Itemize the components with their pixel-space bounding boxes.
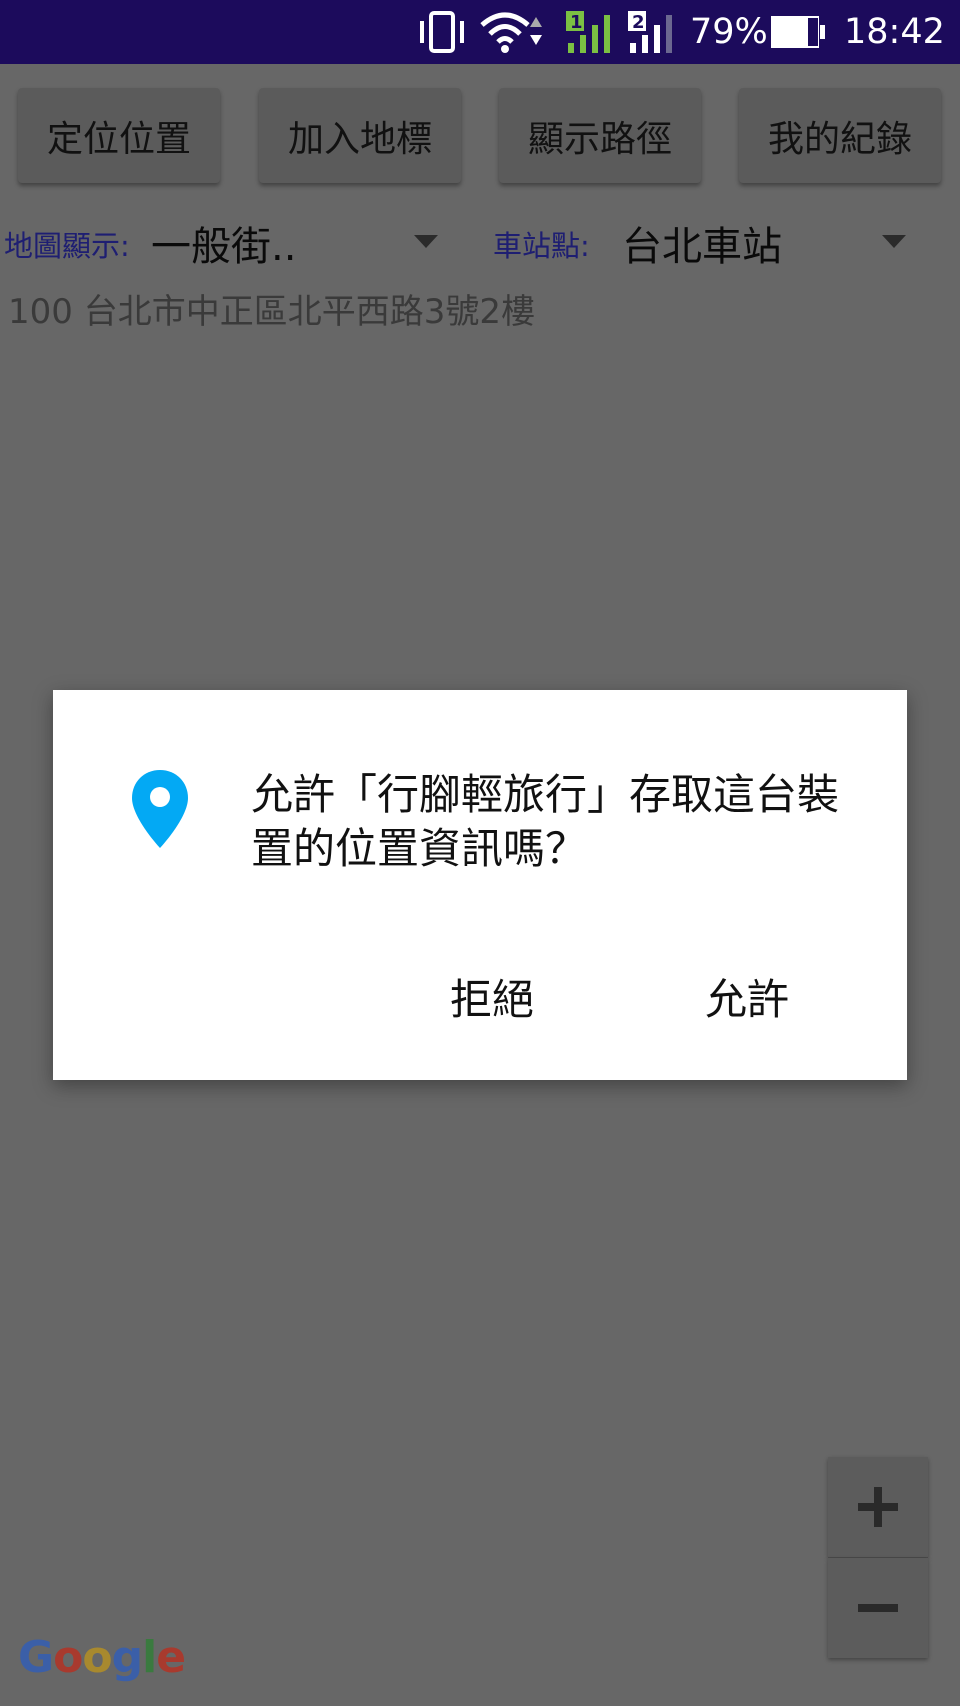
clock: 18:42: [844, 12, 945, 52]
station-value: 台北車站: [622, 224, 782, 270]
station-label: 車站點:: [493, 229, 590, 263]
minus-icon: [858, 1604, 898, 1612]
wifi-icon: [478, 0, 546, 64]
allow-button[interactable]: 允許: [693, 960, 801, 1033]
deny-button[interactable]: 拒絕: [438, 960, 546, 1033]
add-landmark-button[interactable]: 加入地標: [259, 88, 461, 183]
map-display-value: 一般街..: [151, 224, 297, 270]
signal-sim1-icon: 1: [566, 0, 616, 64]
status-bar: 1 2 79% 18:42: [0, 0, 960, 64]
google-logo: Google: [18, 1632, 186, 1683]
signal-sim2-icon: 2: [628, 0, 678, 64]
show-route-button[interactable]: 顯示路徑: [499, 88, 701, 183]
chevron-down-icon: [414, 235, 438, 248]
permission-dialog: 允許「行腳輕旅行」存取這台裝置的位置資訊嗎？ 拒絕 允許: [53, 690, 907, 1080]
sim1-label: 1: [570, 12, 583, 33]
zoom-in-button[interactable]: [828, 1457, 928, 1557]
chevron-down-icon: [882, 235, 906, 248]
plus-icon: [858, 1487, 898, 1527]
dialog-message: 允許「行腳輕旅行」存取這台裝置的位置資訊嗎？: [251, 770, 840, 873]
zoom-out-button[interactable]: [828, 1558, 928, 1658]
sim2-label: 2: [632, 12, 645, 33]
my-records-button[interactable]: 我的紀錄: [739, 88, 941, 183]
battery-icon: [770, 0, 826, 64]
vibrate-icon: [416, 0, 468, 64]
battery-percent: 79%: [690, 12, 768, 52]
address-text: 100 台北市中正區北平西路3號2樓: [8, 292, 535, 332]
location-pin-icon: [132, 770, 188, 848]
map-display-label: 地圖顯示:: [4, 229, 130, 263]
locate-button[interactable]: 定位位置: [18, 88, 220, 183]
